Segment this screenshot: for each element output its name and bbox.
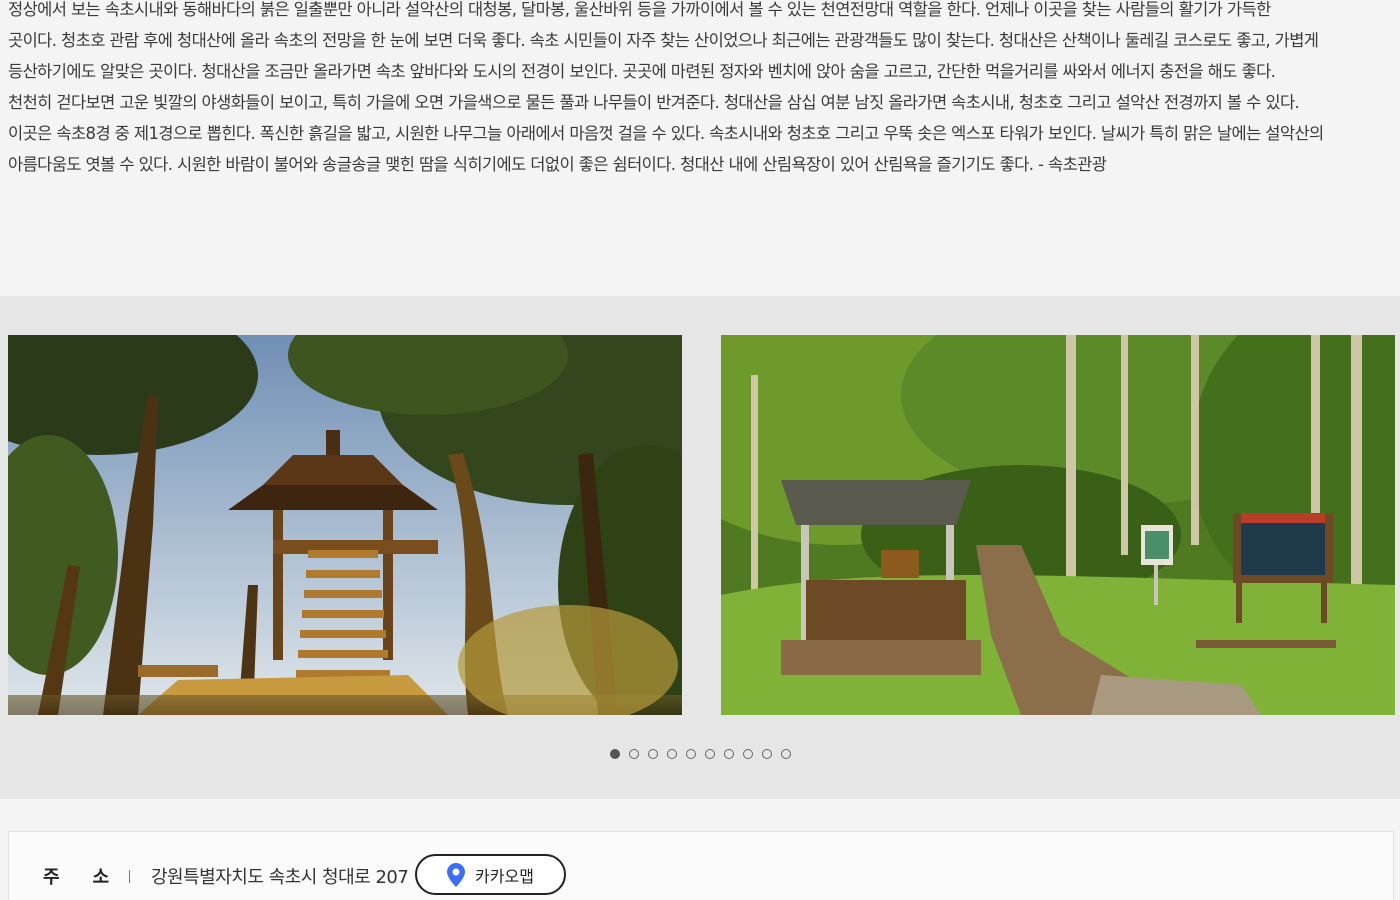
pagination-dot-4[interactable]: [666, 749, 677, 759]
description-line: 정상에서 보는 속초시내와 동해바다의 붉은 일출뿐만 아니라 설악산의 대청봉…: [8, 0, 1271, 19]
address-value: 강원특별자치도 속초시 청대로 207: [151, 867, 409, 888]
address-label: 주 소: [43, 863, 109, 889]
pavilion-photo: [8, 335, 682, 715]
description-line: 아름다움도 엿볼 수 있다. 시원한 바람이 불어와 송글송글 맺힌 땀을 식히…: [8, 155, 1107, 174]
gallery-pagination: [0, 749, 1400, 759]
map-pin-icon: [447, 862, 466, 887]
description-line: 등산하기에도 알맞은 곳이다. 청대산을 조금만 올라가면 속초 앞바다와 도시…: [8, 62, 1276, 81]
photo-gallery: [0, 296, 1400, 799]
kakao-map-button[interactable]: 카카오맵: [415, 854, 566, 895]
pagination-dot-8[interactable]: [742, 749, 753, 759]
pagination-dot-1[interactable]: [609, 749, 620, 759]
address-label-char: 소: [92, 867, 109, 888]
address-divider: [129, 870, 130, 883]
pagination-dot-2[interactable]: [628, 749, 639, 759]
pagination-dot-9[interactable]: [761, 749, 772, 759]
pagination-dot-5[interactable]: [685, 749, 696, 759]
address-label-char: 주: [43, 867, 60, 888]
description-section: 정상에서 보는 속초시내와 동해바다의 붉은 일출뿐만 아니라 설악산의 대청봉…: [0, 0, 1400, 296]
map-button-label: 카카오맵: [475, 866, 534, 886]
info-panel: 주 소 강원특별자치도 속초시 청대로 207 카카오맵: [8, 831, 1394, 900]
gallery-slide-pavilion[interactable]: [8, 335, 682, 715]
pagination-dot-6[interactable]: [704, 749, 715, 759]
pagination-dot-7[interactable]: [723, 749, 734, 759]
gallery-slide-trail-shelter[interactable]: [721, 335, 1395, 715]
description-line: 천천히 걷다보면 고운 빛깔의 야생화들이 보이고, 특히 가을에 오면 가을색…: [8, 93, 1300, 112]
description-line: 이곳은 속초8경 중 제1경으로 뽑힌다. 폭신한 흙길을 밟고, 시원한 나무…: [8, 124, 1324, 143]
trail-shelter-photo: [721, 335, 1395, 715]
pagination-dot-10[interactable]: [780, 749, 791, 759]
description-line: 곳이다. 청초호 관람 후에 청대산에 올라 속초의 전망을 한 눈에 보면 더…: [8, 31, 1319, 50]
pagination-dot-3[interactable]: [647, 749, 658, 759]
